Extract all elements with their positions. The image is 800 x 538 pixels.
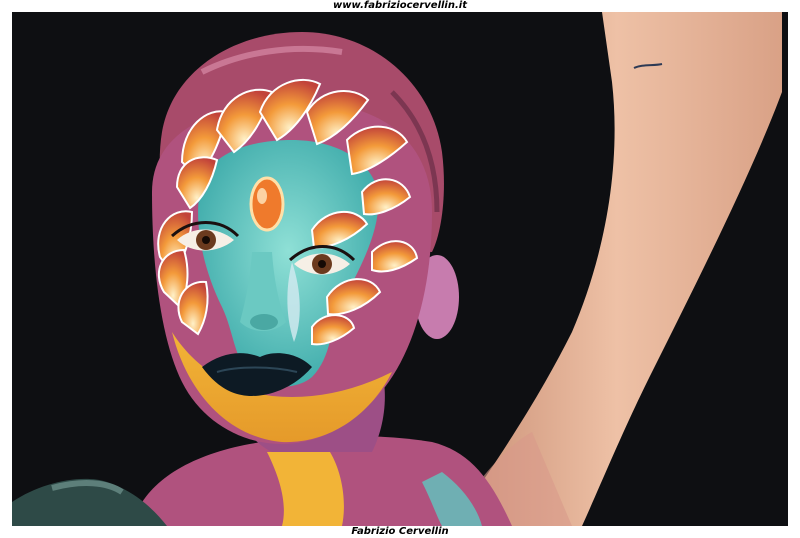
photo-illustration	[12, 12, 788, 526]
footer-credit: Fabrizio Cervellin	[351, 526, 449, 537]
header-url[interactable]: www.fabriziocervellin.it	[0, 0, 800, 12]
forehead-gem	[249, 176, 285, 232]
nose-tip	[250, 314, 278, 330]
photo	[12, 12, 788, 526]
gem-highlight	[257, 188, 267, 204]
